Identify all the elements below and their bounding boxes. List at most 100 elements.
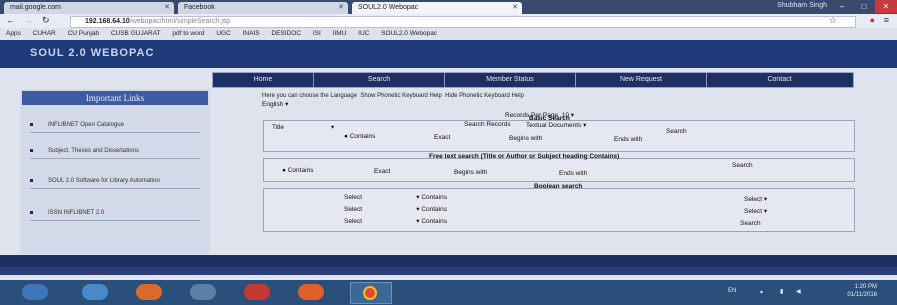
maximize-icon[interactable]: □ [853, 0, 875, 13]
nav-home[interactable]: Home [213, 73, 314, 87]
link-label: INFLIBNET Open Catalogue [48, 122, 124, 128]
radio-begins-with[interactable]: Begins with [454, 169, 487, 176]
radio-exact-label: Exact [434, 134, 451, 141]
language-select[interactable]: English ▾ [262, 100, 288, 108]
link-soul-software[interactable]: SOUL 2.0 Software for Library Automation [30, 177, 200, 189]
boolean-field-select-3[interactable]: Select ▾ Contains [344, 217, 447, 225]
close-icon[interactable]: ✕ [338, 2, 344, 14]
important-links-panel: Important Links INFLIBNET Open Catalogue… [20, 89, 210, 254]
radio-contains[interactable]: ● Contains [344, 133, 375, 140]
nav-member-status[interactable]: Member Status [445, 73, 576, 87]
bookmark-pdf-to-word[interactable]: pdf to word [172, 30, 204, 37]
doc-type-value: Textual Documents [526, 122, 582, 129]
url-path: /webopac/html/simpleSearch.jsp [129, 18, 231, 25]
back-icon[interactable]: ← [6, 15, 15, 25]
bookmarks-bar: Apps CUHAR CU Punjab CUSB GUJARAT pdf to… [0, 28, 897, 40]
boolean-field-value: Select [344, 206, 363, 213]
bookmark-iuc[interactable]: IUC [358, 30, 369, 37]
boolean-operator-select-2[interactable]: Select ▾ [744, 207, 767, 215]
chrome-taskbar-button[interactable] [350, 282, 392, 304]
hide-keyboard-link[interactable]: Hide Phonetic Keyboard Help [445, 93, 524, 99]
clock[interactable]: 1:20 PM 01/11/2016 [847, 283, 877, 299]
bookmark-inais[interactable]: INAIS [243, 30, 260, 37]
firefox-icon[interactable] [298, 284, 324, 300]
bookmark-cu-punjab[interactable]: CU Punjab [68, 30, 99, 37]
link-inflibnet-catalogue[interactable]: INFLIBNET Open Catalogue [30, 121, 200, 133]
boolean-match-value: Contains [421, 194, 447, 201]
free-text-search-button[interactable]: Search [732, 162, 753, 169]
radio-ends-with[interactable]: Ends with [614, 136, 642, 143]
close-icon[interactable]: ✕ [512, 2, 518, 14]
boolean-op-value: Select [744, 208, 763, 215]
bookmark-cusb-gujarat[interactable]: CUSB GUJARAT [111, 30, 161, 37]
tray-arrow-icon[interactable]: ▴ [760, 288, 763, 295]
link-label: ISSN INFLIBNET 2.0 [48, 210, 105, 216]
close-window-icon[interactable]: ✕ [875, 0, 897, 13]
bookmark-iimu[interactable]: IIMU [333, 30, 347, 37]
explorer-icon[interactable] [190, 284, 216, 300]
basic-search-button[interactable]: Search [666, 128, 687, 135]
tab-gmail[interactable]: mail.google.com ✕ [4, 2, 174, 14]
boolean-field-value: Select [344, 194, 363, 201]
tab-label: Facebook [184, 4, 215, 11]
radio-ends-label: Ends with [559, 170, 588, 177]
boolean-field-select-1[interactable]: Select ▾ Contains [344, 193, 447, 201]
boolean-field-select-2[interactable]: Select ▾ Contains [344, 205, 447, 213]
radio-contains[interactable]: ● Contains [282, 167, 313, 174]
nav-new-request[interactable]: New Request [576, 73, 707, 87]
link-issn[interactable]: ISSN INFLIBNET 2.0 [30, 209, 200, 221]
link-theses[interactable]: Subject, Theses and Dissertations [30, 147, 200, 159]
forward-icon[interactable]: → [24, 15, 33, 25]
nav-contact[interactable]: Contact [707, 73, 852, 87]
menu-icon[interactable]: ≡ [884, 15, 889, 25]
player-icon[interactable] [244, 284, 270, 300]
radio-contains-label: Contains [287, 167, 314, 174]
ie-icon[interactable] [82, 284, 108, 300]
nav-search[interactable]: Search [314, 73, 445, 87]
radio-ends-with[interactable]: Ends with [559, 170, 587, 177]
bullet-icon [30, 211, 33, 214]
language-indicator[interactable]: EN [728, 288, 736, 294]
bullet-icon [30, 179, 33, 182]
network-icon[interactable]: ▮ [780, 288, 783, 295]
start-icon[interactable] [22, 284, 48, 300]
media-icon[interactable] [136, 284, 162, 300]
clock-date: 01/11/2016 [847, 292, 877, 298]
radio-begins-with[interactable]: Begins with [509, 135, 542, 142]
bookmark-isi[interactable]: ISI [313, 30, 321, 37]
radio-exact[interactable]: Exact [374, 168, 390, 175]
volume-icon[interactable]: ◀ [796, 288, 801, 295]
important-links-title: Important Links [22, 91, 208, 105]
minimize-icon[interactable]: – [831, 0, 853, 13]
extension-icon[interactable]: ● [870, 15, 875, 25]
tab-soul-webopac[interactable]: SOUL2.0 Webopac ✕ [352, 2, 522, 14]
radio-exact-label: Exact [374, 168, 391, 175]
boolean-search-button-label: Search [740, 220, 761, 227]
url-field[interactable]: 192.168.64.10/webopac/html/simpleSearch.… [70, 16, 856, 28]
field-value: Title [272, 124, 285, 131]
show-keyboard-link[interactable]: Show Phonetic Keyboard Help [360, 93, 441, 99]
boolean-field-value: Select [344, 218, 363, 225]
bookmark-soul[interactable]: SOUL2.0 Webopac [381, 30, 437, 37]
language-row: Here you can choose the Language Show Ph… [262, 93, 524, 99]
main-nav: Home Search Member Status New Request Co… [212, 72, 854, 88]
free-text-title: Free text search (Title or Author or Sub… [429, 153, 620, 160]
bookmark-ugc[interactable]: UGC [216, 30, 230, 37]
language-value: English [262, 101, 284, 108]
bookmark-desidoc[interactable]: DESIDOC [271, 30, 301, 37]
boolean-search-title: Boolean search [534, 183, 583, 190]
bookmark-apps[interactable]: Apps [6, 30, 21, 37]
bookmark-star-icon[interactable]: ☆ [829, 15, 837, 26]
free-text-search-button-label: Search [732, 162, 753, 169]
boolean-operator-select-1[interactable]: Select ▾ [744, 195, 767, 203]
field-select[interactable]: Title ▾ [272, 123, 334, 131]
reload-icon[interactable]: ↻ [42, 15, 50, 26]
bookmark-cuhar[interactable]: CUHAR [33, 30, 56, 37]
bullet-icon [30, 123, 33, 126]
radio-exact[interactable]: Exact [434, 134, 450, 141]
tab-facebook[interactable]: Facebook ✕ [178, 2, 348, 14]
profile-name[interactable]: Shubham Singh [777, 2, 827, 9]
close-icon[interactable]: ✕ [164, 2, 170, 14]
doc-type-select[interactable]: Textual Documents ▾ [526, 121, 586, 129]
boolean-search-button[interactable]: Search [740, 220, 761, 227]
